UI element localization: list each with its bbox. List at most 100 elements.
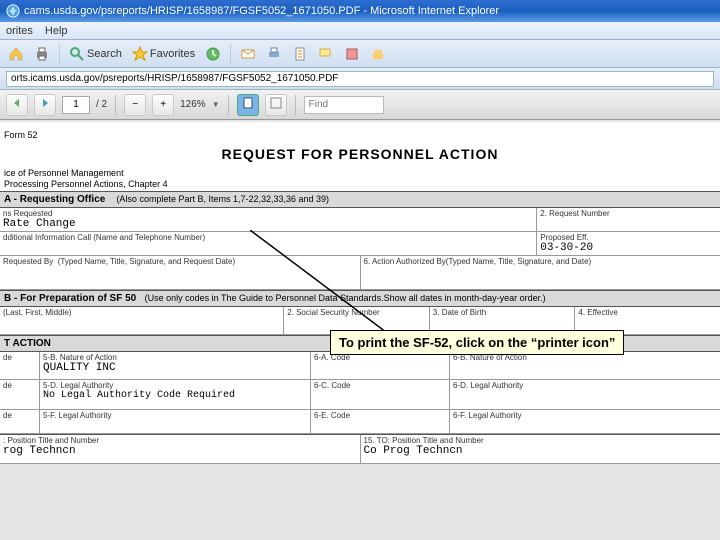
part-a-note: (Also complete Part B, Items 1,7-22,32,3… [116, 194, 329, 204]
edit-icon [292, 46, 308, 62]
proposed-eff-label: Proposed Eff. [540, 233, 717, 242]
pdf-next-button[interactable] [34, 94, 56, 116]
form-subhdr1: ice of Personnel Management [0, 168, 720, 180]
history-button[interactable] [201, 43, 225, 65]
pos7-value: rog Techncn [3, 445, 357, 457]
tb-print-button[interactable] [262, 43, 286, 65]
additional-info-label: dditional Information Call (Name and Tel… [3, 233, 533, 242]
page-icon [242, 97, 254, 112]
window-titlebar: cams.usda.gov/psreports/HRISP/1658987/FG… [0, 0, 720, 22]
find-input[interactable] [304, 96, 384, 114]
ssn-label: 2. Social Security Number [287, 308, 426, 317]
edit-button[interactable] [288, 43, 312, 65]
name-label: (Last, First, Middle) [3, 308, 280, 317]
arrow-left-icon [11, 97, 23, 112]
page-count: / 2 [96, 99, 107, 110]
favorites-label: Favorites [150, 48, 195, 60]
zoom-level: 126% [180, 99, 206, 110]
home-button[interactable] [4, 43, 28, 65]
favorites-button[interactable]: Favorites [128, 43, 199, 65]
page-number-input[interactable] [62, 96, 90, 114]
address-input[interactable] [6, 71, 714, 87]
toolbar-separator [230, 44, 231, 64]
sf52-form: Form 52 REQUEST FOR PERSONNEL ACTION ice… [0, 122, 720, 464]
pdf-prev-button[interactable] [6, 94, 28, 116]
document-viewport: To print the SF-52, click on the “printe… [0, 120, 720, 540]
annotation-callout: To print the SF-52, click on the “printe… [330, 330, 624, 355]
reading-mode-button[interactable] [265, 94, 287, 116]
form-number: Form 52 [0, 130, 720, 142]
f6f-label: 6-F. Legal Authority [453, 411, 717, 420]
minus-icon: − [132, 99, 138, 110]
star-icon [132, 46, 148, 62]
history-icon [205, 46, 221, 62]
part-b-note: (Use only codes in The Guide to Personne… [145, 293, 546, 303]
part-b-header: B - For Preparation of SF 50 (Use only c… [0, 290, 720, 307]
f5f-label: 5-F. Legal Authority [43, 411, 307, 420]
book-icon [344, 46, 360, 62]
window-title: cams.usda.gov/psreports/HRISP/1658987/FG… [24, 5, 499, 17]
mail-button[interactable] [236, 43, 260, 65]
requested-by-label: Requested By [3, 257, 53, 266]
row-additional-info: dditional Information Call (Name and Tel… [0, 232, 720, 256]
search-button[interactable]: Search [65, 43, 126, 65]
discuss-button[interactable] [314, 43, 338, 65]
print-button[interactable] [30, 43, 54, 65]
f5b-label: 5-B. Nature of Action [43, 353, 307, 362]
request-number-label: 2. Request Number [540, 209, 717, 218]
pos7-label: : Position Title and Number [3, 436, 357, 445]
people-icon [370, 46, 386, 62]
f5b-value: QUALITY INC [43, 362, 307, 374]
part-a-header: A - Requesting Office (Also complete Par… [0, 191, 720, 208]
printer-icon [34, 46, 50, 62]
plus-icon: + [160, 99, 166, 110]
row-5d: de 5-D. Legal Authority No Legal Authori… [0, 380, 720, 410]
toolbar-separator [59, 44, 60, 64]
search-icon [69, 46, 85, 62]
arrow-right-icon [39, 97, 51, 112]
ie-icon [6, 4, 20, 18]
action-authorized-label: 6. Action Authorized By(Typed Name, Titl… [364, 257, 718, 266]
pdf-toolbar: / 2 − + 126% ▼ [0, 90, 720, 120]
pdf-separator [115, 95, 116, 115]
pdf-separator [295, 95, 296, 115]
f6c-label: 6-C. Code [314, 381, 446, 390]
row-position: : Position Title and Number rog Techncn … [0, 434, 720, 464]
part-a-title: A - Requesting Office [4, 194, 105, 205]
effective-label: 4. Effective [578, 308, 717, 317]
zoom-out-button[interactable]: − [124, 94, 146, 116]
row-5f: de 5-F. Legal Authority 6-E. Code 6-F. L… [0, 410, 720, 434]
print2-icon [266, 46, 282, 62]
home-icon [8, 46, 24, 62]
address-bar [0, 68, 720, 90]
row-5b: de 5-B. Nature of Action QUALITY INC 6-A… [0, 352, 720, 380]
scroll-mode-button[interactable] [237, 94, 259, 116]
actions-requested-label: ns Requested [3, 209, 533, 218]
menu-favorites[interactable]: orites [6, 25, 33, 37]
zoom-in-button[interactable]: + [152, 94, 174, 116]
dropdown-icon[interactable]: ▼ [212, 100, 220, 109]
first-action-header: T ACTION [4, 338, 360, 349]
f6d-label: 6-D. Legal Authority [453, 381, 717, 390]
code-label: de [3, 381, 36, 390]
f6e-label: 6-E. Code [314, 411, 446, 420]
f5d-label: 5-D. Legal Authority [43, 381, 307, 390]
pdf-separator [228, 95, 229, 115]
pos15-value: Co Prog Techncn [364, 445, 718, 457]
row-requested-by: Requested By (Typed Name, Title, Signatu… [0, 256, 720, 290]
part-b-title: B - For Preparation of SF 50 [4, 293, 136, 304]
proposed-eff-value: 03-30-20 [540, 242, 717, 254]
ie-toolbar: Search Favorites [0, 40, 720, 68]
mail-icon [240, 46, 256, 62]
row-actions-requested: ns Requested Rate Change 2. Request Numb… [0, 208, 720, 232]
menu-bar: orites Help [0, 22, 720, 40]
requested-by-hint: (Typed Name, Title, Signature, and Reque… [58, 257, 235, 266]
code-label: de [3, 411, 36, 420]
fit-icon [270, 97, 282, 112]
form-subhdr2: Processing Personnel Actions, Chapter 4 [0, 179, 720, 191]
research-button[interactable] [340, 43, 364, 65]
f5d-value: No Legal Authority Code Required [43, 390, 307, 401]
menu-help[interactable]: Help [45, 25, 68, 37]
dob-label: 3. Date of Birth [433, 308, 572, 317]
messenger-button[interactable] [366, 43, 390, 65]
